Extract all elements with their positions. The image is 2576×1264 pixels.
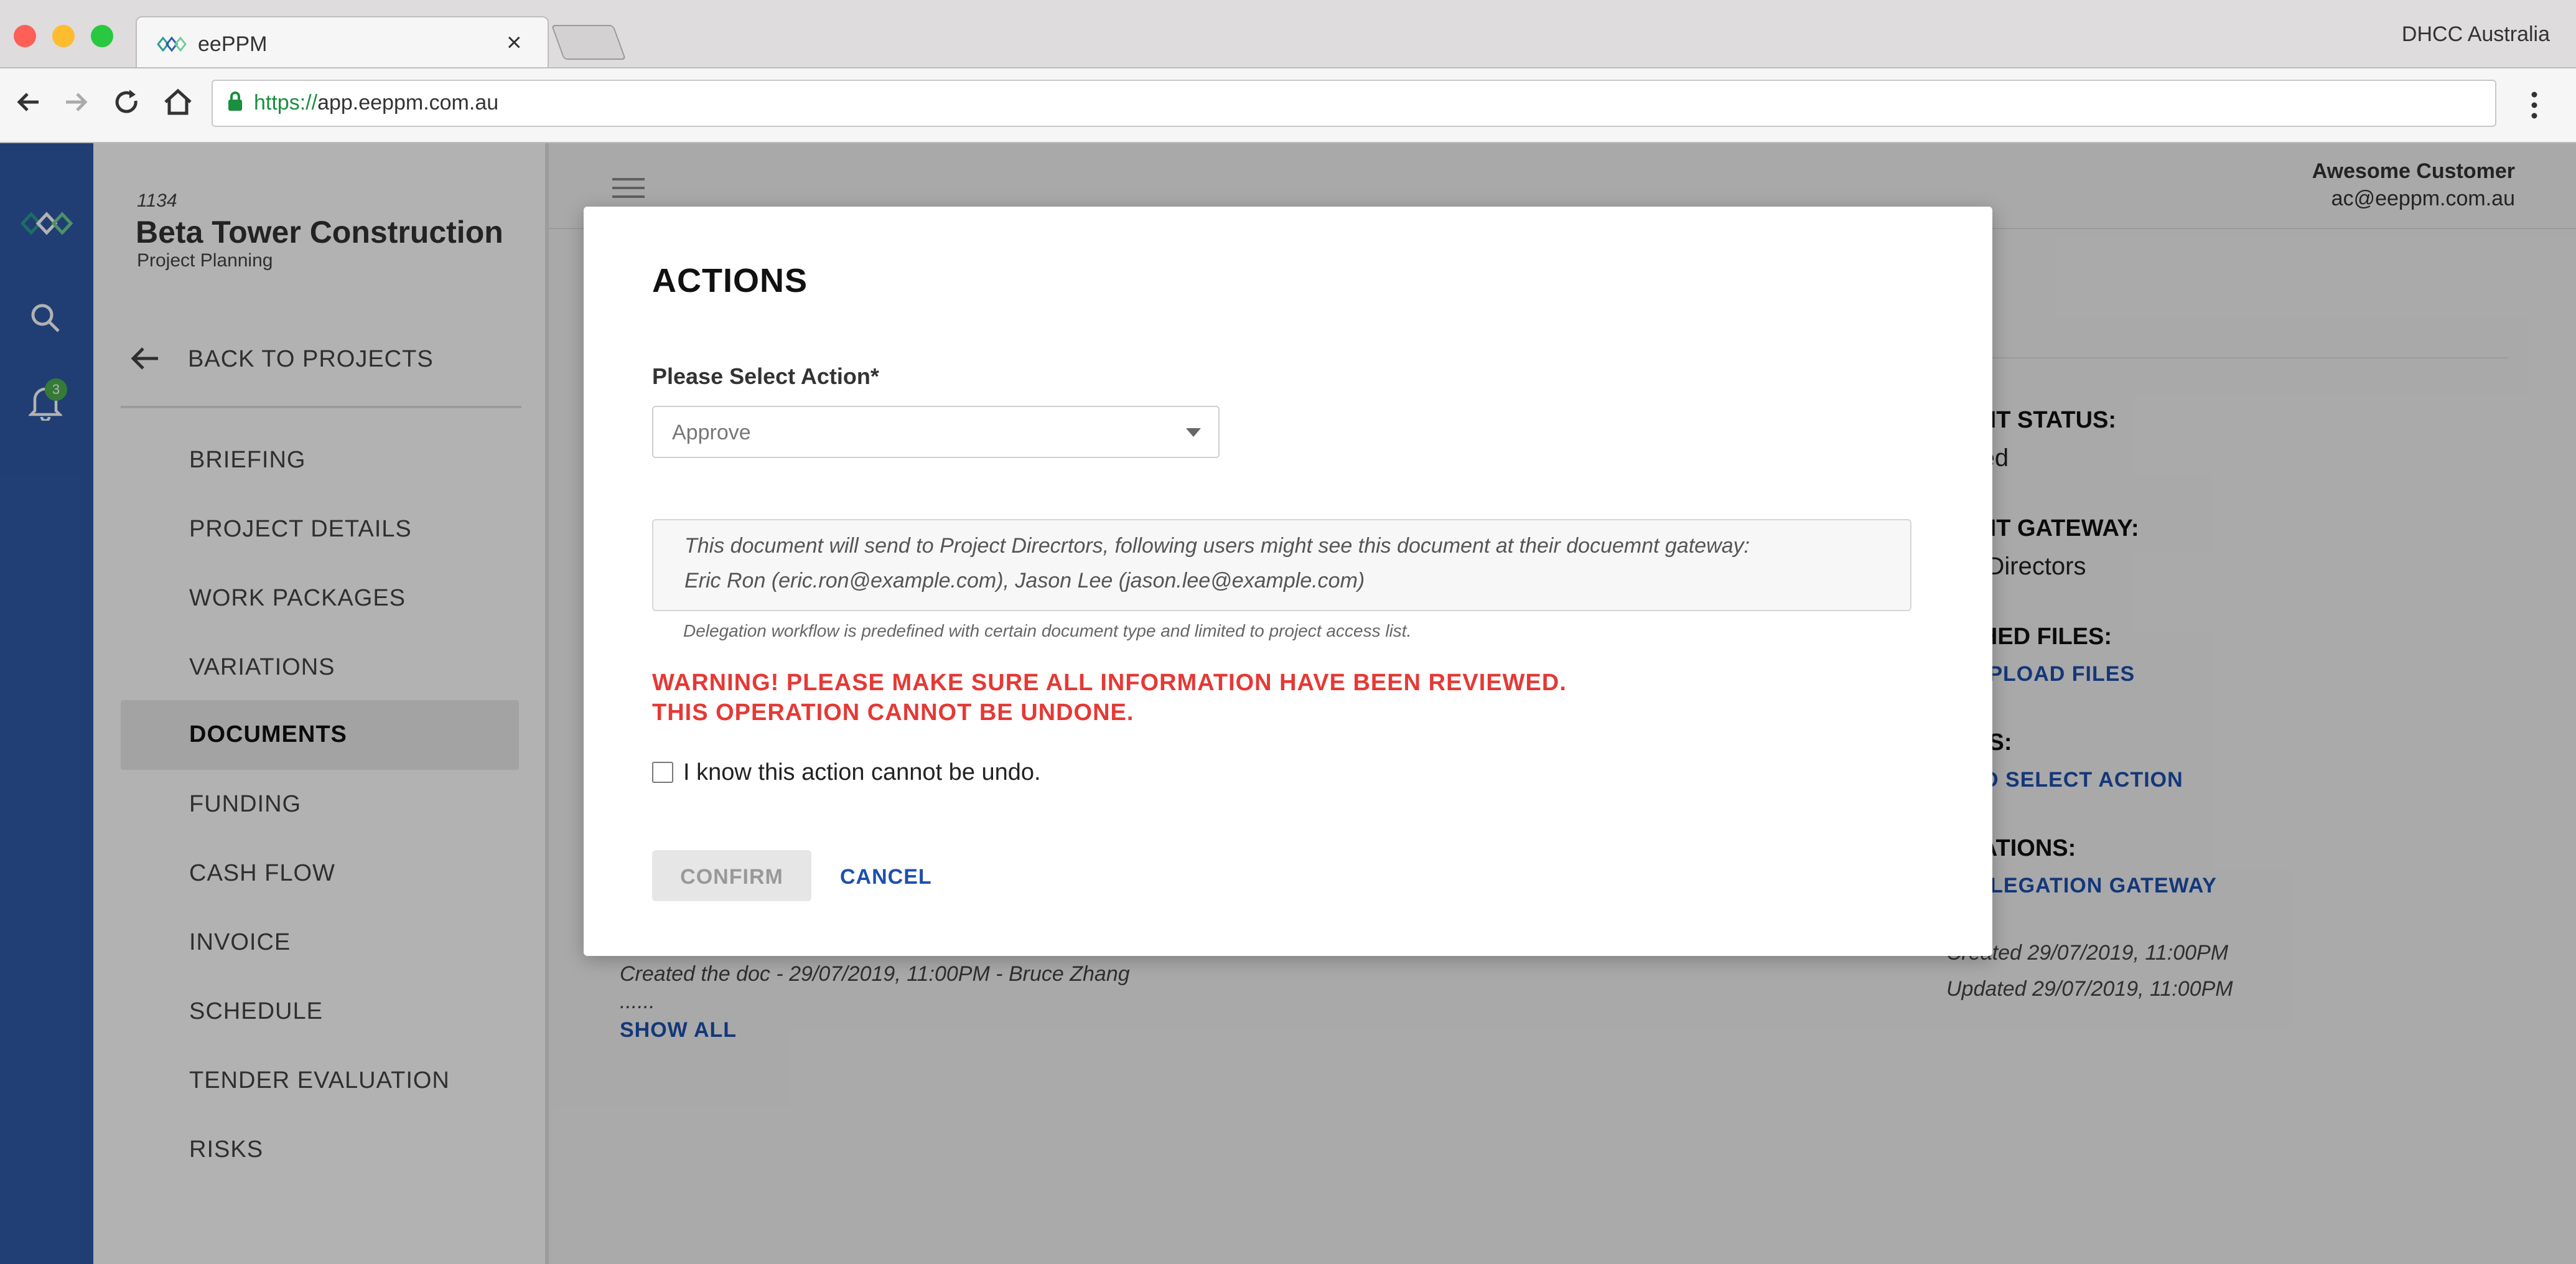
delegation-info-text: This document will send to Project Direc… (684, 534, 1750, 558)
action-select[interactable]: Approve (652, 406, 1220, 458)
eeppm-favicon-icon (157, 36, 187, 52)
close-window-icon[interactable] (14, 25, 36, 47)
url-host: app.eeppm.com.au (317, 91, 499, 115)
acknowledge-checkbox[interactable] (652, 762, 673, 783)
acknowledge-checkbox-label[interactable]: I know this action cannot be undo. (683, 759, 1041, 786)
confirm-button-label: CONFIRM (680, 865, 783, 889)
confirm-button[interactable]: CONFIRM (652, 850, 811, 901)
cancel-button[interactable]: CANCEL (840, 865, 932, 889)
browser-menu-icon[interactable] (2525, 90, 2544, 121)
maximize-window-icon[interactable] (91, 25, 113, 47)
url-text[interactable]: https://app.eeppm.com.au (254, 91, 498, 115)
action-select-value: Approve (672, 421, 751, 444)
chevron-down-icon (1186, 428, 1201, 437)
reload-icon[interactable] (110, 85, 144, 119)
browser-profile-name[interactable]: DHCC Australia (2402, 22, 2550, 47)
back-icon[interactable] (11, 85, 46, 119)
minimize-window-icon[interactable] (52, 25, 75, 47)
delegation-info-box: This document will send to Project Direc… (652, 519, 1911, 611)
delegation-hint: Delegation workflow is predefined with c… (683, 621, 1412, 640)
warning-text-line1: WARNING! PLEASE MAKE SURE ALL INFORMATIO… (652, 670, 1567, 696)
home-icon[interactable] (161, 85, 195, 119)
action-select-label: Please Select Action* (652, 363, 879, 389)
actions-modal: ACTIONS Please Select Action* Approve Th… (584, 207, 1992, 956)
url-protocol: https:// (254, 91, 318, 115)
url-field[interactable] (212, 80, 2496, 127)
modal-title: ACTIONS (652, 262, 808, 299)
tab-close-icon[interactable]: × (506, 27, 522, 57)
warning-text-line2: THIS OPERATION CANNOT BE UNDONE. (652, 700, 1134, 726)
new-tab-button[interactable] (551, 25, 627, 60)
delegation-recipients: Eric Ron (eric.ron@example.com), Jason L… (684, 569, 1365, 592)
lock-icon (228, 91, 242, 111)
tab-title: eePPM (198, 32, 268, 56)
forward-icon[interactable] (58, 85, 93, 119)
